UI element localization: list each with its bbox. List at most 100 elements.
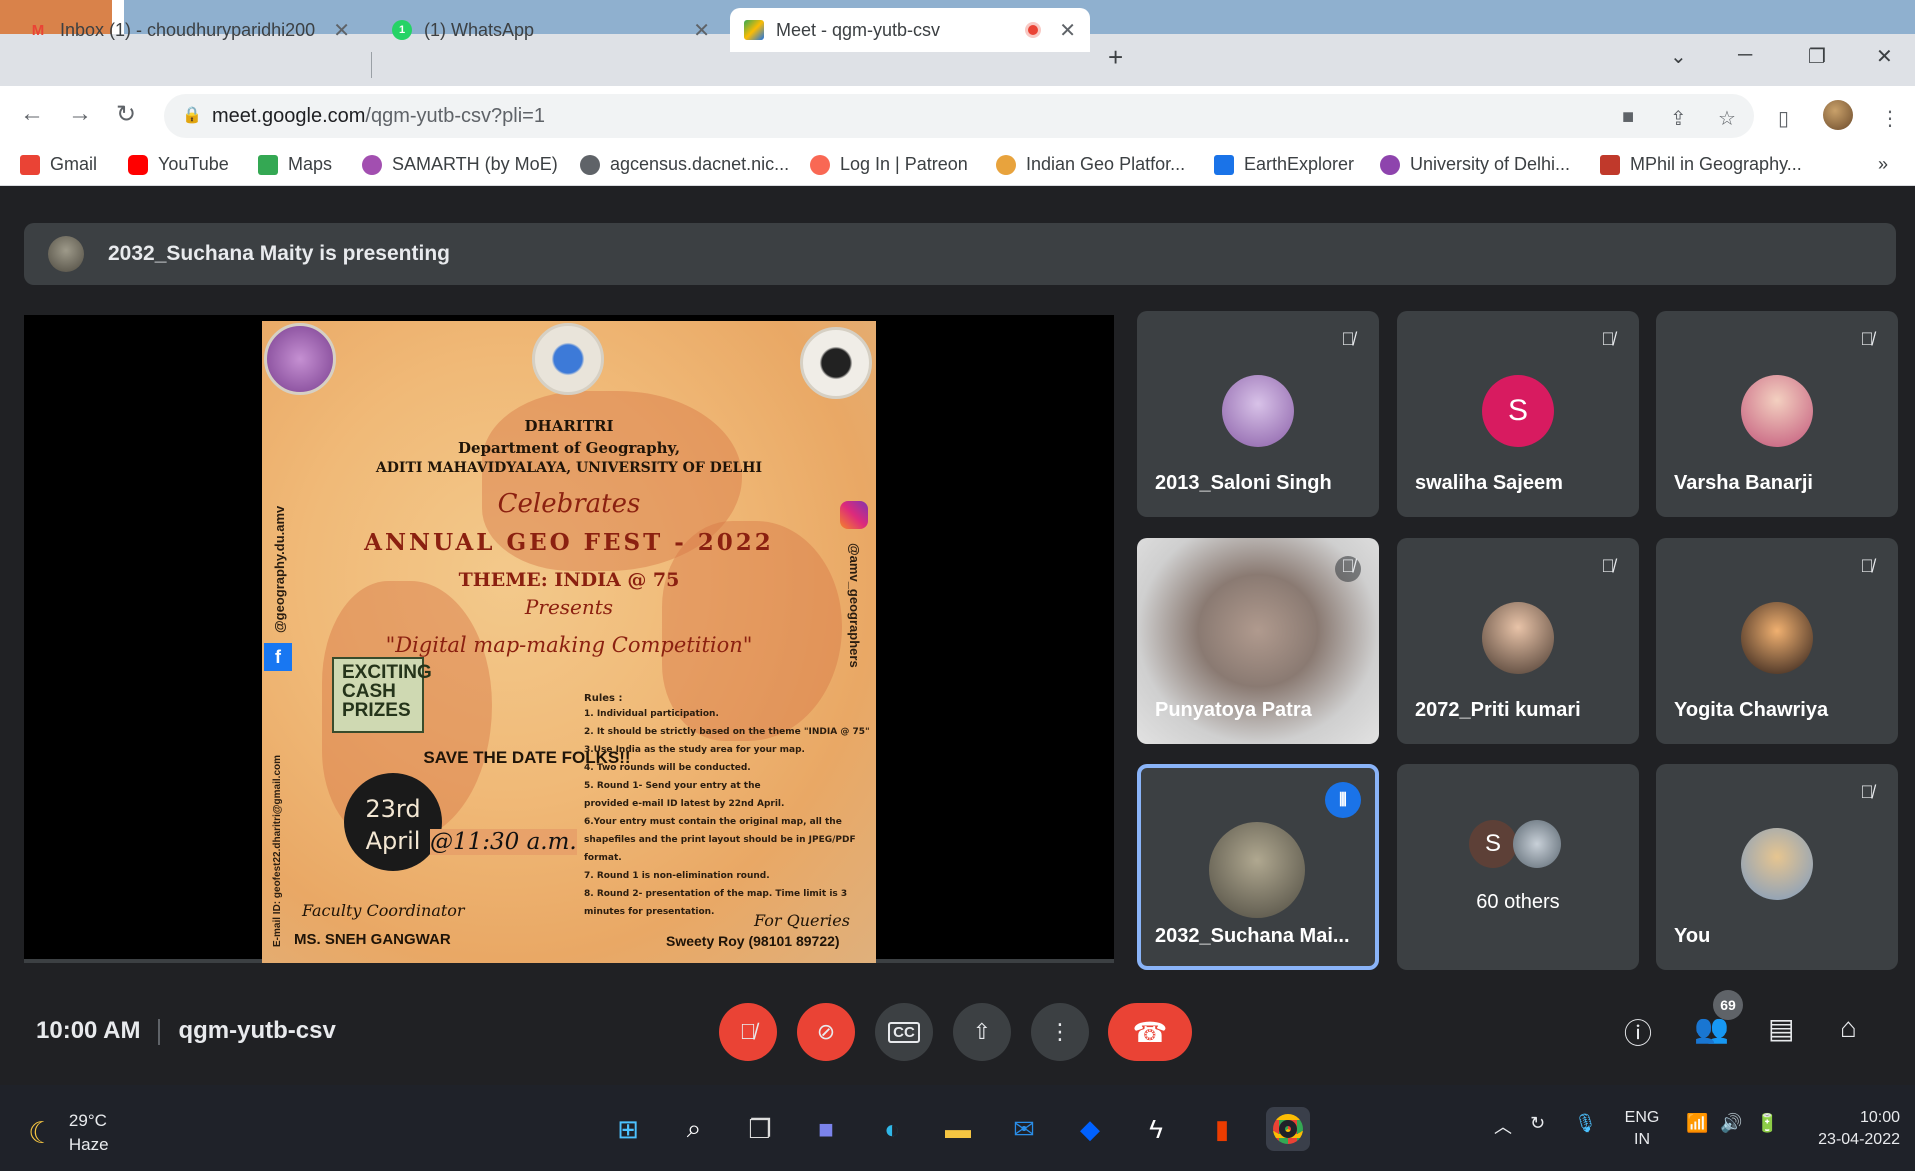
rule-line: provided e-mail ID latest by 22nd April. [584,799,785,809]
present-button[interactable]: ⇧ [953,1003,1011,1061]
search-button[interactable]: ⌕ [672,1107,716,1151]
others-tile[interactable]: S 60 others [1397,764,1639,970]
bookmark-gmail[interactable]: Gmail [20,154,97,175]
bookmark-label: Gmail [50,154,98,174]
restore-button[interactable]: ❐ [1808,44,1826,69]
bookmark-youtube[interactable]: YouTube [128,154,229,175]
speaking-indicator-icon: ⦀ [1325,782,1361,818]
temperature: 29°C [68,1111,107,1130]
info-icon: ⓘ [1624,1018,1653,1049]
participant-tile-speaking[interactable]: ⦀ 2032_Suchana Mai... [1137,764,1379,970]
participant-video-tile[interactable]: 🎙̸ Punyatoya Patra [1137,538,1379,744]
bookmark-label: agcensus.dacnet.nic... [610,154,790,174]
rule-line: 8. Round 2- presentation of the map. Tim… [584,889,848,899]
share-icon[interactable]: ⇪ [1670,106,1687,131]
close-window-button[interactable]: ✕ [1876,44,1893,69]
volume-icon[interactable]: 🔊 [1720,1113,1742,1134]
activities-button[interactable]: ⌂ [1840,1012,1857,1044]
bookmark-indian-geo[interactable]: Indian Geo Platfor... [996,154,1185,175]
bolt-icon: ϟ [1149,1113,1163,1144]
chat-button[interactable]: ▤ [1768,1012,1794,1045]
youtube-icon [128,154,148,175]
rule-line: minutes for presentation. [584,907,715,917]
self-tile[interactable]: 🎙̸ You [1656,764,1898,970]
app-button[interactable]: ϟ [1134,1107,1178,1151]
system-clock[interactable]: 10:00 23-04-2022 [1800,1107,1900,1151]
people-count-badge: 69 [1713,990,1743,1020]
bookmark-earthexplorer[interactable]: EarthExplorer [1214,154,1354,175]
participant-tile[interactable]: 🎙̸ 2072_Priti kumari [1397,538,1639,744]
minimize-button[interactable]: ─ [1738,44,1752,67]
forward-icon[interactable]: → [68,100,92,128]
tab-whatsapp[interactable]: 1 (1) WhatsApp ✕ [378,8,724,52]
side-handle-right: @amv_geographers [847,543,862,668]
back-icon[interactable]: ← [20,100,44,128]
tray-overflow-icon[interactable]: ︿ [1494,1113,1512,1139]
leave-call-button[interactable]: ☎ [1108,1003,1192,1061]
mic-off-icon: 🎙̸ [1341,329,1355,349]
participant-name: Punyatoya Patra [1155,699,1312,721]
tab-search-icon[interactable]: ⌄ [1670,44,1687,69]
mic-off-icon: 🎙̸ [1860,782,1874,802]
participant-avatar [1222,375,1294,447]
bookmark-label: Maps [288,154,333,174]
tab-meet[interactable]: Meet - qgm-yutb-csv ✕ [730,8,1090,52]
weather-widget[interactable]: ☾ 29°C Haze [28,1109,109,1157]
more-options-button[interactable]: ⋮ [1031,1003,1089,1061]
edge-button[interactable]: ◐ [870,1107,914,1151]
mail-button[interactable]: ✉ [1002,1107,1046,1151]
du-logo [800,327,872,399]
participant-tile[interactable]: 🎙̸ S swaliha Sajeem [1397,311,1639,517]
sync-icon[interactable]: ↻ [1530,1113,1545,1134]
language-indicator[interactable]: ENG IN [1620,1107,1664,1151]
bookmark-label: YouTube [158,154,229,174]
profile-avatar[interactable] [1823,100,1853,130]
microphone-icon[interactable]: 🎙 [1574,1113,1597,1134]
wifi-icon[interactable]: 📶 [1686,1113,1708,1134]
bookmark-maps[interactable]: Maps [258,154,332,175]
battery-icon[interactable]: 🔋 [1756,1113,1778,1134]
participant-avatar [1741,602,1813,674]
new-tab-button[interactable]: + [1108,42,1123,73]
divider [158,1018,161,1045]
captions-button[interactable]: CC [875,1003,933,1061]
bookmark-samarth[interactable]: SAMARTH (by MoE) [362,154,558,175]
dropbox-button[interactable]: ◆ [1068,1107,1112,1151]
task-view-button[interactable]: ❐ [738,1107,782,1151]
close-tab-icon[interactable]: ✕ [333,18,350,43]
samarth-icon [362,154,382,175]
date-day: 23rd [365,795,421,823]
camera-toggle-button[interactable]: ⊘ [797,1003,855,1061]
windows-icon: ⊞ [617,1113,639,1144]
bookmark-du[interactable]: University of Delhi... [1380,154,1570,175]
presentation-stage[interactable]: DHARITRI Department of Geography, ADITI … [24,315,1114,963]
teams-chat-button[interactable]: ■ [804,1107,848,1151]
participant-tile[interactable]: 🎙̸ Yogita Chawriya [1656,538,1898,744]
globe-icon [580,154,600,175]
start-button[interactable]: ⊞ [606,1107,650,1151]
reload-icon[interactable]: ↻ [116,100,136,129]
close-tab-icon[interactable]: ✕ [1059,18,1076,43]
bookmark-star-icon[interactable]: ☆ [1718,106,1736,131]
bookmark-patreon[interactable]: Log In | Patreon [810,154,968,175]
camera-icon[interactable]: ■ [1622,106,1634,129]
participant-tile[interactable]: 🎙̸ Varsha Banarji [1656,311,1898,517]
more-bookmarks-icon[interactable]: » [1878,154,1888,175]
meeting-details-button[interactable]: ⓘ [1624,1012,1652,1052]
participant-tile[interactable]: 🎙̸ 2013_Saloni Singh [1137,311,1379,517]
menu-kebab-icon[interactable]: ⋮ [1880,106,1900,131]
bookmark-agcensus[interactable]: agcensus.dacnet.nic... [580,154,789,175]
file-explorer-button[interactable]: ▬ [936,1107,980,1151]
close-tab-icon[interactable]: ✕ [693,18,710,43]
chrome-button[interactable] [1266,1107,1310,1151]
bookmark-mphil[interactable]: MPhil in Geography... [1600,154,1802,175]
others-avatar [1513,820,1561,868]
address-bar[interactable]: 🔒 meet.google.com/qgm-yutb-csv?pli=1 [164,94,1754,138]
region-code: IN [1634,1131,1650,1148]
weather-condition: Haze [68,1135,109,1154]
side-panel-icon[interactable]: ▯ [1778,106,1789,131]
tab-gmail[interactable]: M Inbox (1) - choudhuryparidhi200 ✕ [14,8,364,52]
participant-avatar [1482,602,1554,674]
office-button[interactable]: ▮ [1200,1107,1244,1151]
mic-toggle-button[interactable]: 🎙̸ [719,1003,777,1061]
